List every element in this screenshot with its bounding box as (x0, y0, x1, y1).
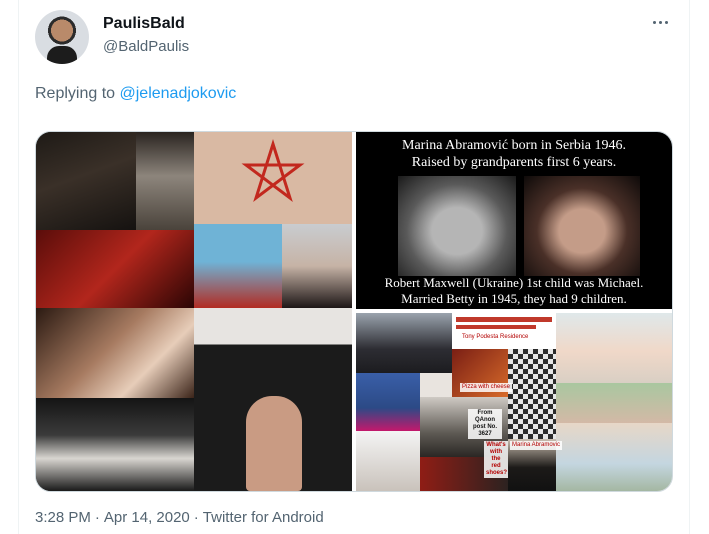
note-what-l5: shoes? (486, 470, 508, 476)
note-pizza: Pizza with cheese (460, 383, 513, 392)
replying-to: Replying to @jelenadjokovic (35, 85, 236, 103)
caption-top-line1: Marina Abramović born in Serbia 1946. (402, 138, 626, 153)
headline-bar (456, 317, 552, 322)
caption-bottom: Robert Maxwell (Ukraine) 1st child was M… (356, 275, 672, 307)
collage-cell-doll-floor (556, 383, 672, 423)
reply-mention-link[interactable]: @jelenadjokovic (120, 85, 237, 102)
media-image-abramovic-maxwell[interactable]: Marina Abramović born in Serbia 1946. Ra… (356, 132, 672, 309)
avatar[interactable] (35, 10, 89, 64)
avatar-shirt (47, 46, 77, 64)
collage-cell-party (36, 132, 136, 230)
caption-bottom-line1: Robert Maxwell (Ukraine) 1st child was M… (384, 275, 644, 290)
collage-cell-red-shoes (356, 373, 420, 431)
note-what-l4: red (491, 463, 501, 469)
media-grid: Marina Abramović born in Serbia 1946. Ra… (35, 131, 673, 492)
tweet-time[interactable]: 3:28 PM (35, 509, 91, 526)
caption-bottom-line2: Married Betty in 1945, they had 9 childr… (401, 291, 627, 306)
collage-cell-skeleton (36, 398, 194, 491)
child-figure (246, 396, 302, 491)
note-qanon-l1: From (477, 410, 493, 416)
tweet-source[interactable]: Twitter for Android (203, 509, 324, 526)
portrait-man (398, 176, 516, 276)
note-what-l2: with (490, 449, 502, 455)
note-marina: Marina Abramovic (510, 441, 563, 450)
collage-cell-checker (508, 349, 556, 439)
collage-cell-portrait-horns (194, 224, 282, 308)
note-qanon-l2: QAnon (475, 417, 495, 423)
collage-cell-suit-child (194, 308, 352, 491)
tweet-date[interactable]: Apr 14, 2020 (104, 509, 190, 526)
more-horizontal-icon-dot (664, 20, 668, 24)
collage-cell-statue (136, 132, 194, 230)
collage-cell-dinner (36, 308, 194, 398)
separator-dot-2: · (193, 509, 199, 526)
media-image-conspiracy-collage[interactable]: Tony Podesta Residence Pizza with cheese… (356, 313, 672, 491)
note-what: What's with the red shoes? (484, 441, 508, 478)
media-image-left-collage[interactable] (36, 132, 352, 491)
author-display-name[interactable]: PaulisBald (103, 15, 185, 33)
caption-top-line2: Raised by grandparents first 6 years. (411, 155, 617, 170)
author-handle[interactable]: @BaldPaulis (103, 38, 189, 55)
note-podesta: Tony Podesta Residence (460, 333, 531, 342)
note-what-l1: What's (486, 442, 506, 448)
collage-cell-dolls-bottom (556, 423, 672, 491)
more-options-button[interactable] (647, 12, 673, 32)
tweet-card: PaulisBald @BaldPaulis Replying to @jele… (18, 0, 690, 534)
collage-cell-group-photo (356, 313, 452, 373)
note-qanon-l4: 3627 (478, 431, 492, 437)
replying-to-label: Replying to (35, 85, 120, 102)
collage-cell-star-skin (194, 132, 352, 224)
note-what-l3: the (491, 456, 501, 462)
caption-top: Marina Abramović born in Serbia 1946. Ra… (356, 137, 672, 171)
star-drawing (241, 139, 305, 202)
collage-cell-screenshot (356, 431, 420, 491)
separator-dot: · (94, 509, 100, 526)
note-qanon-l3: post No. (473, 424, 497, 430)
headline-bar-2 (456, 325, 536, 329)
more-horizontal-icon (652, 20, 656, 24)
collage-cell-headline (452, 313, 556, 349)
more-horizontal-icon-dot (658, 20, 662, 24)
collage-cell-dolls (556, 313, 672, 383)
collage-cell-red-room (36, 230, 194, 308)
portrait-woman (524, 176, 640, 276)
tweet-metadata: 3:28 PM · Apr 14, 2020 · Twitter for Android (35, 509, 324, 526)
collage-cell-portrait-red (282, 224, 352, 308)
note-qanon: From QAnon post No. 3627 (468, 409, 502, 439)
